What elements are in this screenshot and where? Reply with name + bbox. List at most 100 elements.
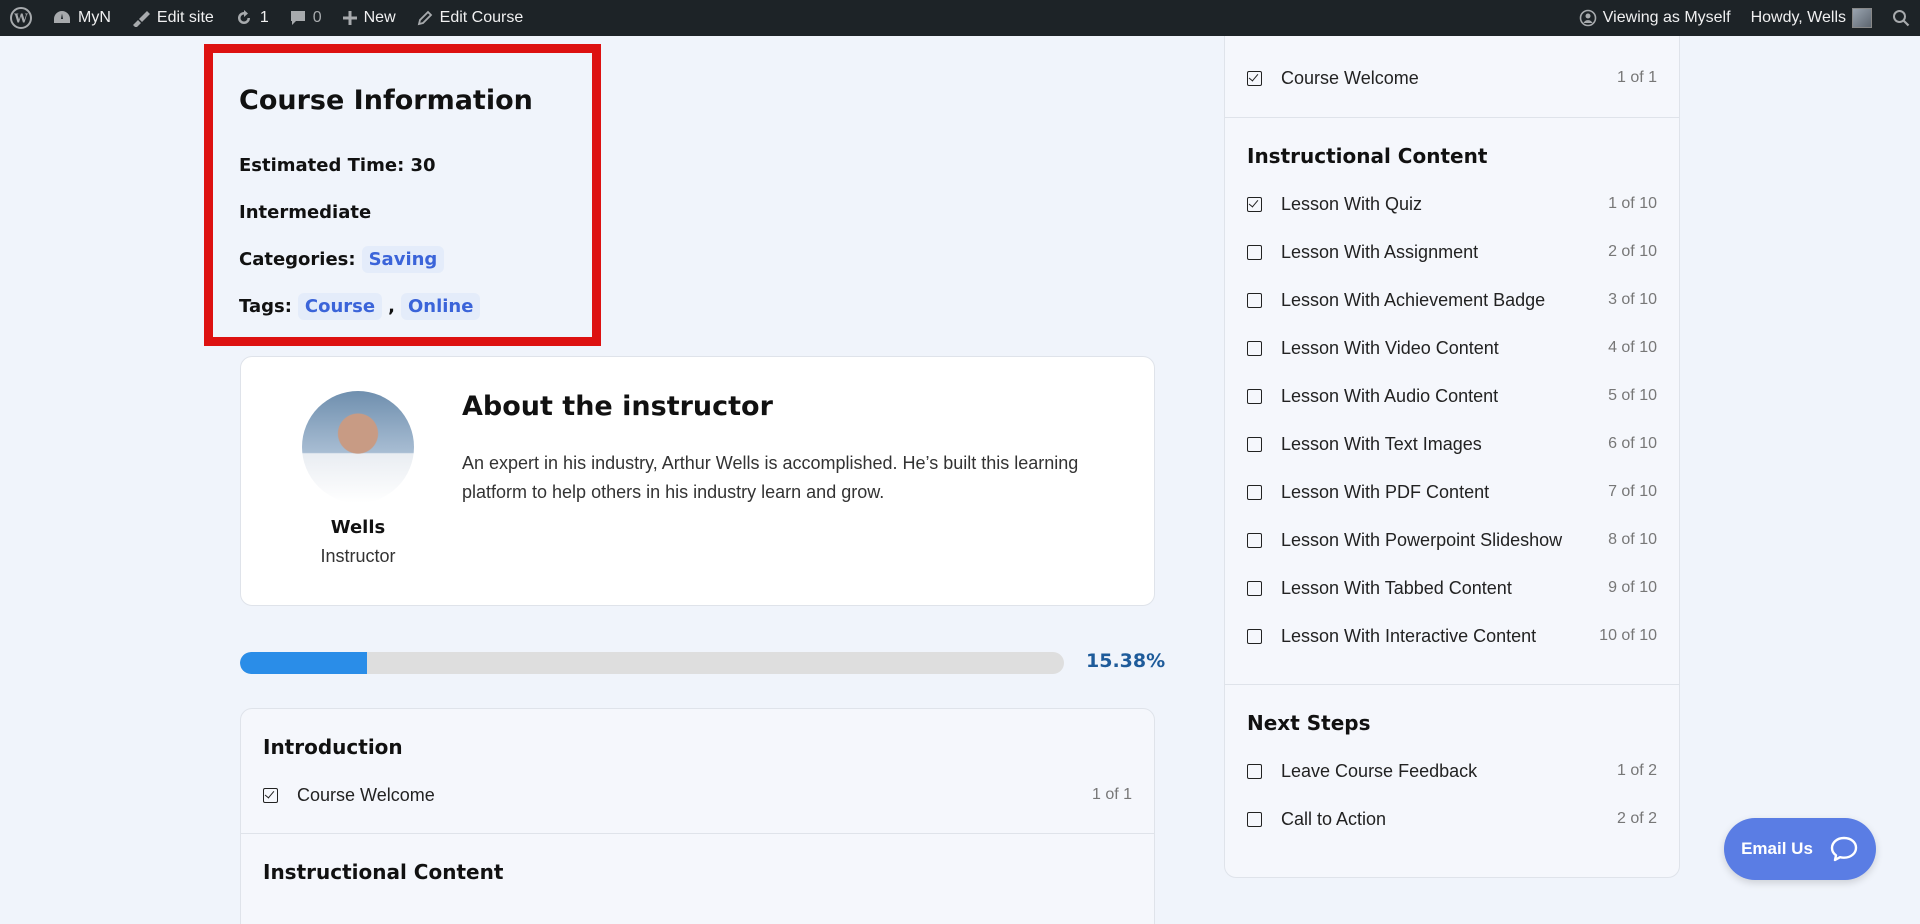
list-item[interactable]: Lesson With Achievement Badge 3 of 10 <box>1247 276 1657 324</box>
updates-count: 1 <box>259 9 269 26</box>
course-progress-fill <box>240 652 367 674</box>
checkbox-checked[interactable] <box>1247 196 1262 212</box>
checkbox[interactable] <box>1247 244 1262 260</box>
tag-course[interactable]: Course <box>297 293 383 320</box>
lesson-count: 7 of 10 <box>1608 483 1657 500</box>
lesson-count: 1 of 2 <box>1616 762 1657 779</box>
view-as-menu[interactable]: Viewing as Myself <box>1569 0 1741 36</box>
instructor-bio: An expert in his industry, Arthur Wells … <box>462 453 1079 502</box>
lesson-title: Lesson With Achievement Badge <box>1281 289 1546 310</box>
section-title-instructional-content: Instructional Content <box>263 860 504 884</box>
lesson-title: Lesson With Interactive Content <box>1281 625 1537 646</box>
checkbox-checked[interactable] <box>1247 70 1262 86</box>
howdy-label: Howdy, Wells <box>1750 9 1846 26</box>
lesson-title: Lesson With Tabbed Content <box>1281 577 1512 598</box>
lesson-count: 5 of 10 <box>1608 387 1657 404</box>
lesson-count: 2 of 2 <box>1616 810 1657 827</box>
lesson-title: Call to Action <box>1281 808 1387 829</box>
course-level: Intermediate <box>239 202 372 223</box>
course-outline-left: Introduction Course Welcome 1 of 1 Instr… <box>240 708 1155 924</box>
lesson-count: 2 of 10 <box>1608 243 1657 260</box>
lesson-count: 4 of 10 <box>1608 339 1657 356</box>
checkbox[interactable] <box>1247 532 1262 548</box>
brush-icon <box>132 11 150 27</box>
email-us-label: Email Us <box>1741 839 1813 858</box>
lesson-title: Leave Course Feedback <box>1281 760 1478 781</box>
list-item[interactable]: Leave Course Feedback 1 of 2 <box>1247 747 1657 795</box>
lesson-title: Lesson With PDF Content <box>1281 481 1490 502</box>
list-item[interactable]: Lesson With Assignment 2 of 10 <box>1247 228 1657 276</box>
list-item[interactable]: Course Welcome 1 of 1 <box>1247 54 1657 102</box>
site-name-menu[interactable]: MyN <box>42 0 121 36</box>
lesson-count: 1 of 10 <box>1608 195 1657 212</box>
section-title-next-steps: Next Steps <box>1247 711 1371 735</box>
lesson-title: Lesson With Assignment <box>1281 241 1479 262</box>
checkbox[interactable] <box>1247 811 1262 827</box>
tag-online[interactable]: Online <box>400 293 481 320</box>
comments-count: 0 <box>312 9 322 26</box>
course-progress-bar <box>240 652 1064 674</box>
instructor-avatar <box>302 391 414 503</box>
instructor-name: Wells <box>330 517 386 538</box>
comments-link[interactable]: 0 <box>279 0 332 36</box>
checkbox[interactable] <box>1247 484 1262 500</box>
list-item[interactable]: Course Welcome 1 of 1 <box>263 771 1132 819</box>
dashboard-icon <box>54 11 70 23</box>
list-item[interactable]: Lesson With Tabbed Content 9 of 10 <box>1247 564 1657 612</box>
list-item[interactable]: Lesson With PDF Content 7 of 10 <box>1247 468 1657 516</box>
search-button[interactable] <box>1882 0 1920 36</box>
lesson-title: Lesson With Powerpoint Slideshow <box>1281 529 1563 550</box>
new-label: New <box>363 9 396 26</box>
course-progress-percent: 15.38% <box>1086 650 1166 672</box>
user-switch-icon <box>1579 9 1597 27</box>
categories-row: Categories: Saving <box>239 236 566 283</box>
list-item[interactable]: Lesson With Interactive Content 10 of 10 <box>1247 612 1657 660</box>
wordpress-icon: W <box>10 7 32 29</box>
checkbox[interactable] <box>1247 763 1262 779</box>
estimated-time: Estimated Time: 30 <box>239 155 436 176</box>
pencil-icon <box>417 10 432 26</box>
lesson-count: 10 of 10 <box>1599 627 1657 644</box>
lesson-count: 1 of 1 <box>1091 786 1132 803</box>
category-tag-saving[interactable]: Saving <box>361 246 445 273</box>
lesson-title: Lesson With Text Images <box>1281 433 1482 454</box>
search-icon <box>1893 10 1910 27</box>
tags-row: Tags: Course , Online <box>239 283 566 330</box>
checkbox-checked[interactable] <box>263 787 278 803</box>
viewing-as-label: Viewing as Myself <box>1602 9 1731 26</box>
avatar <box>1852 8 1872 28</box>
lesson-title: Course Welcome <box>1281 67 1419 88</box>
list-item[interactable]: Call to Action 2 of 2 <box>1247 795 1657 843</box>
new-content-menu[interactable]: New <box>332 0 406 36</box>
comment-icon <box>290 11 305 25</box>
edit-site-link[interactable]: Edit site <box>121 0 224 36</box>
checkbox[interactable] <box>1247 292 1262 308</box>
chat-bubble-icon <box>1830 836 1858 862</box>
checkbox[interactable] <box>1247 580 1262 596</box>
admin-bar: W MyN Edit site 1 0 New Edit Course View… <box>0 0 1920 36</box>
list-item[interactable]: Lesson With Text Images 6 of 10 <box>1247 420 1657 468</box>
list-item[interactable]: Lesson With Powerpoint Slideshow 8 of 10 <box>1247 516 1657 564</box>
email-us-button[interactable]: Email Us <box>1724 818 1876 880</box>
categories-label: Categories: <box>239 249 356 270</box>
checkbox[interactable] <box>1247 340 1262 356</box>
edit-course-label: Edit Course <box>439 9 524 26</box>
section-title-instructional-content: Instructional Content <box>1247 144 1488 168</box>
course-information-panel: Course Information Estimated Time: 30 In… <box>204 44 601 346</box>
checkbox[interactable] <box>1247 628 1262 644</box>
lesson-count: 6 of 10 <box>1608 435 1657 452</box>
list-item[interactable]: Lesson With Video Content 4 of 10 <box>1247 324 1657 372</box>
about-instructor-heading: About the instructor <box>462 391 773 422</box>
site-name: MyN <box>78 9 111 26</box>
lesson-count: 1 of 1 <box>1616 69 1657 86</box>
my-account-menu[interactable]: Howdy, Wells <box>1741 0 1882 36</box>
updates-link[interactable]: 1 <box>224 0 279 36</box>
checkbox[interactable] <box>1247 436 1262 452</box>
section-title-introduction: Introduction <box>263 735 403 759</box>
list-item[interactable]: Lesson With Audio Content 5 of 10 <box>1247 372 1657 420</box>
checkbox[interactable] <box>1247 388 1262 404</box>
list-item[interactable]: Lesson With Quiz 1 of 10 <box>1247 180 1657 228</box>
wordpress-logo-button[interactable]: W <box>0 0 42 36</box>
lesson-count: 9 of 10 <box>1608 579 1657 596</box>
edit-course-link[interactable]: Edit Course <box>406 0 534 36</box>
